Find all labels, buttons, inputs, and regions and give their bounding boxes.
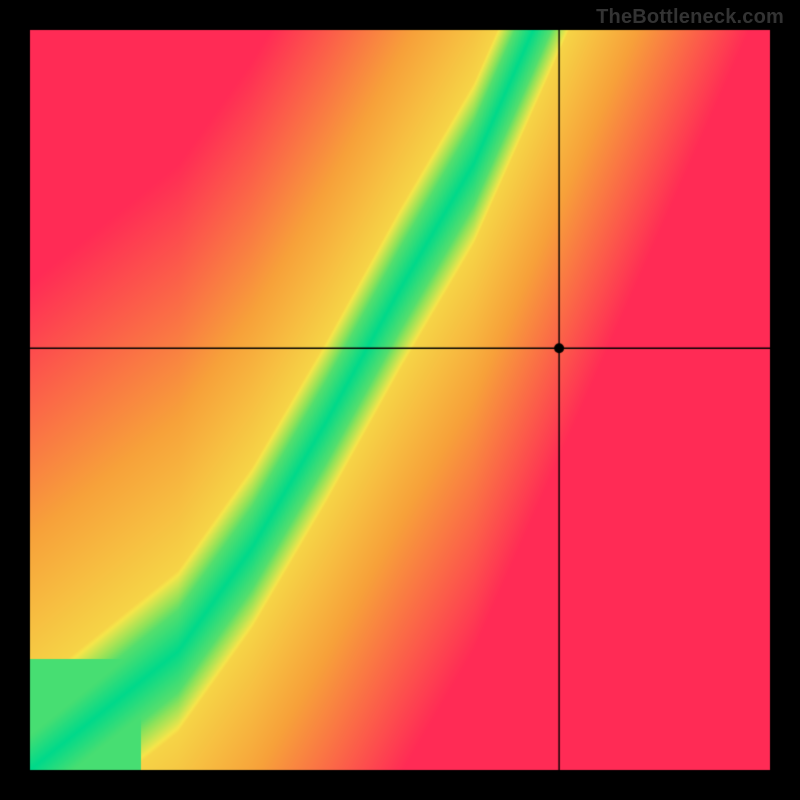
heatmap-canvas: [0, 0, 800, 800]
watermark-text: TheBottleneck.com: [596, 6, 784, 29]
chart-container: TheBottleneck.com: [0, 0, 800, 800]
